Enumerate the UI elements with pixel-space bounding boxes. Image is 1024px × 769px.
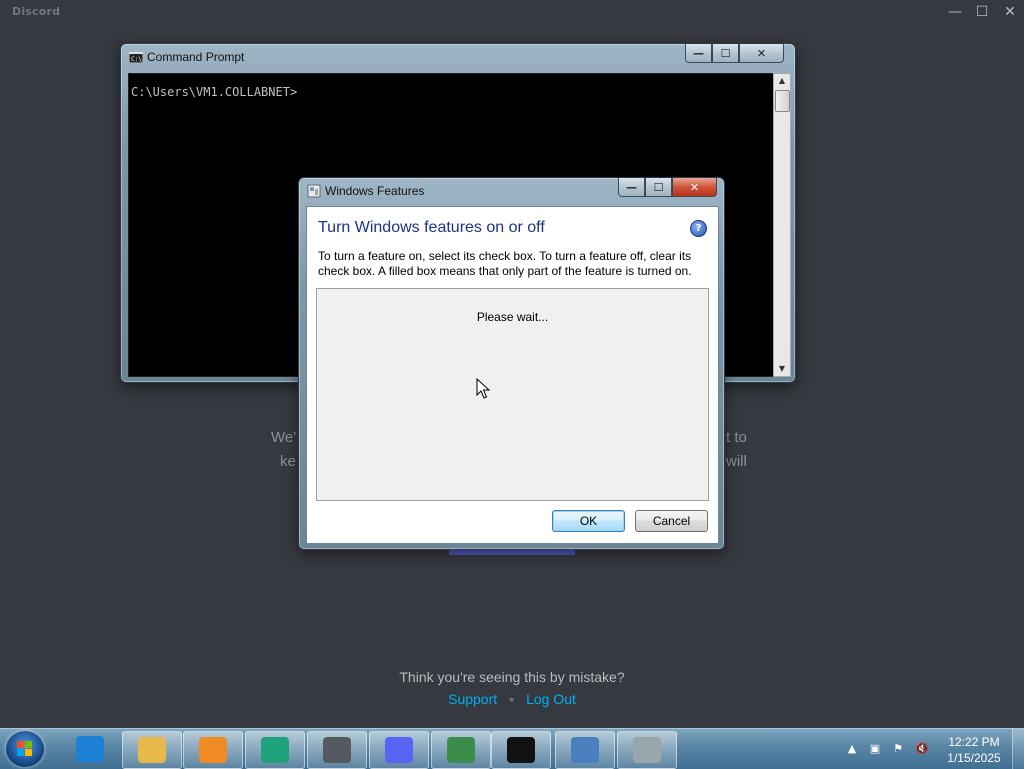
ok-button[interactable]: OK — [552, 510, 625, 532]
taskbar-button-winsd-app[interactable] — [307, 731, 367, 769]
internet-explorer-icon — [76, 736, 104, 762]
wf-heading: Turn Windows features on or off — [318, 219, 545, 236]
features-list[interactable]: Please wait... — [316, 288, 709, 501]
link-separator: • — [509, 691, 515, 707]
green-app-icon — [261, 737, 289, 763]
taskbar-button-media-player[interactable] — [183, 731, 243, 769]
scroll-up-arrow-icon[interactable]: ▲ — [774, 74, 790, 88]
scroll-down-arrow-icon[interactable]: ▼ — [774, 362, 790, 376]
discord-bg-text-right-2: will — [726, 453, 747, 470]
discord-maximize-button[interactable]: ☐ — [967, 0, 997, 24]
discord-bg-text-right-1: t to — [726, 429, 747, 446]
windows-logo-icon — [17, 741, 32, 756]
discord-icon — [385, 737, 413, 763]
remote-desktop-icon — [447, 737, 475, 763]
windows-features-title: Windows Features — [325, 184, 425, 198]
cmd-minimize-button[interactable]: — — [685, 44, 712, 63]
discord-minimize-button[interactable]: — — [940, 0, 970, 24]
mouse-cursor-icon — [476, 378, 490, 399]
logout-link[interactable]: Log Out — [526, 691, 576, 707]
network-tray-icon[interactable]: ▣ — [868, 742, 882, 756]
wf-maximize-button[interactable]: ☐ — [645, 178, 672, 197]
mistake-text: Think you're seeing this by mistake? — [399, 669, 625, 685]
windows-features-dialog[interactable]: Windows Features — ☐ ✕ Turn Windows feat… — [298, 177, 725, 550]
cmd-close-button[interactable]: ✕ — [739, 44, 784, 63]
taskbar: ▲ ▣ ⚑ 🔇 12:22 PM 1/15/2025 — [0, 728, 1024, 769]
help-icon[interactable]: ? — [690, 220, 707, 237]
tray-expand-icon[interactable]: ▲ — [845, 742, 859, 756]
taskbar-button-internet-explorer[interactable] — [61, 731, 119, 767]
system-clock[interactable]: 12:22 PM 1/15/2025 — [944, 734, 1004, 766]
cmd-app-icon: C:\ — [129, 52, 143, 63]
taskbar-button-file-explorer[interactable] — [122, 731, 182, 769]
scroll-thumb[interactable] — [775, 90, 790, 112]
svg-text:C:\: C:\ — [131, 56, 142, 63]
cancel-button[interactable]: Cancel — [635, 510, 708, 532]
discord-bg-text-left-1: We' — [271, 429, 297, 446]
discord-brand-label: Discord — [12, 5, 61, 18]
taskbar-button-discord[interactable] — [369, 731, 429, 769]
discord-links: Support • Log Out — [0, 691, 1024, 707]
cmd-maximize-button[interactable]: ☐ — [712, 44, 739, 63]
wf-caption-buttons: — ☐ ✕ — [618, 178, 717, 197]
media-player-icon — [199, 737, 227, 763]
action-center-flag-icon[interactable]: ⚑ — [891, 742, 905, 756]
clock-date: 1/15/2025 — [947, 751, 1001, 765]
winsd-app-icon — [323, 737, 351, 763]
taskbar-button-windows-features[interactable] — [617, 731, 677, 769]
windows-features-icon — [633, 737, 661, 763]
cmd-title: Command Prompt — [147, 50, 245, 64]
taskbar-button-remote-desktop[interactable] — [431, 731, 491, 769]
cmd-scrollbar[interactable]: ▲ ▼ — [773, 73, 791, 377]
taskbar-button-network-search[interactable] — [555, 731, 615, 769]
wf-minimize-button[interactable]: — — [618, 178, 645, 197]
taskbar-button-green-app[interactable] — [245, 731, 305, 769]
clock-time: 12:22 PM — [948, 735, 1000, 749]
support-link[interactable]: Support — [448, 691, 497, 707]
show-desktop-button[interactable] — [1012, 729, 1024, 769]
cmd-caption-buttons: — ☐ ✕ — [685, 44, 784, 63]
wf-content: Turn Windows features on or off ? To tur… — [306, 206, 719, 544]
file-explorer-icon — [138, 737, 166, 763]
discord-close-button[interactable]: ✕ — [995, 0, 1024, 24]
taskbar-button-cmd[interactable] — [491, 731, 551, 769]
wf-close-button[interactable]: ✕ — [672, 178, 717, 197]
volume-muted-icon[interactable]: 🔇 — [915, 742, 929, 756]
wf-description: To turn a feature on, select its check b… — [318, 249, 692, 278]
wf-status-text: Please wait... — [476, 310, 549, 324]
cmd-prompt-line: C:\Users\VM1.COLLABNET> — [131, 85, 298, 99]
windows-features-app-icon — [307, 184, 321, 198]
cmd-icon — [507, 737, 535, 763]
network-search-icon — [571, 737, 599, 763]
discord-bg-text-left-2: ke — [280, 453, 296, 470]
start-button[interactable] — [6, 731, 44, 767]
